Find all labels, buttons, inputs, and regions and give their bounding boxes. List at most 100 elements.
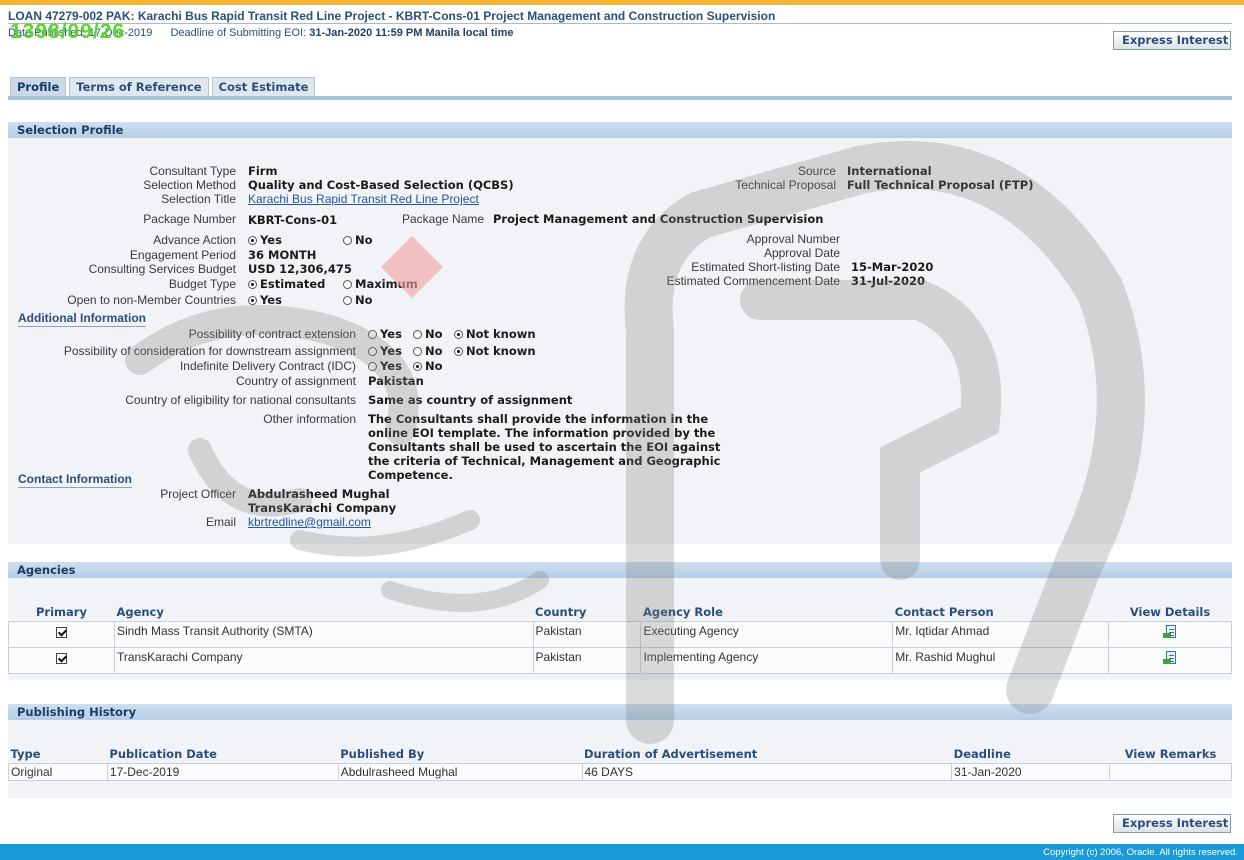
package-name-value: Project Management and Construction Supe… (493, 212, 824, 226)
publishing-history-heading: Publishing History (17, 705, 137, 719)
tab-bar: Profile Terms of Reference Cost Estimate (10, 77, 318, 97)
country-cell: Pakistan (532, 646, 642, 674)
project-officer-company: TransKarachi Company (248, 501, 397, 515)
downstream-no-radio[interactable]: No (413, 344, 443, 358)
technical-proposal-value: Full Technical Proposal (FTP) (847, 178, 1034, 192)
source-value: International (847, 164, 932, 178)
view-details-cell (1108, 646, 1232, 674)
approval-date-label: Approval Date (763, 246, 840, 260)
contract-extension-yes-radio[interactable]: Yes (368, 327, 402, 341)
contact-cell: Mr. Iqtidar Ahmad (892, 620, 1110, 648)
technical-proposal-label: Technical Proposal (735, 178, 836, 192)
country-cell: Pakistan (532, 620, 642, 648)
radio-selected-icon (413, 362, 422, 371)
project-officer-value: Abdulrasheed Mughal (248, 487, 390, 501)
col-view-details[interactable]: View Details (1108, 603, 1232, 622)
downstream-not-known-radio[interactable]: Not known (454, 344, 536, 358)
col-duration[interactable]: Duration of Advertisement (582, 745, 952, 764)
col-contact-person[interactable]: Contact Person (892, 603, 1109, 622)
publishing-history-table: Type Publication Date Published By Durat… (8, 745, 1232, 781)
radio-empty-icon (368, 330, 377, 339)
primary-cell (8, 646, 115, 674)
advance-action-yes-radio[interactable]: Yes (248, 233, 282, 247)
col-country[interactable]: Country (533, 603, 641, 622)
express-interest-button-bottom[interactable]: Express Interest (1113, 814, 1231, 833)
budget-label: Consulting Services Budget (88, 262, 236, 276)
agencies-heading: Agencies (17, 563, 76, 577)
agency-cell: Sindh Mass Transit Authority (SMTA) (113, 620, 534, 648)
additional-information-heading: Additional Information (18, 311, 146, 327)
open-non-member-label: Open to non-Member Countries (67, 293, 236, 307)
email-label: Email (205, 515, 236, 529)
downstream-yes-radio[interactable]: Yes (368, 344, 402, 358)
open-non-member-no-radio[interactable]: No (343, 293, 373, 307)
budget-type-estimated-radio[interactable]: Estimated (248, 277, 325, 291)
tab-cost-estimate[interactable]: Cost Estimate (211, 77, 316, 97)
advance-action-no-radio[interactable]: No (343, 233, 373, 247)
col-agency-role[interactable]: Agency Role (640, 603, 893, 622)
agencies-table: Primary Agency Country Agency Role Conta… (8, 603, 1232, 674)
role-cell: Implementing Agency (640, 646, 894, 674)
email-link[interactable]: kbrtredline@gmail.com (248, 515, 371, 529)
radio-empty-icon (343, 280, 352, 289)
table-row: Sindh Mass Transit Authority (SMTA) Paki… (8, 620, 1232, 648)
shortlisting-date-value: 15-Mar-2020 (851, 260, 934, 274)
agency-cell: TransKarachi Company (113, 646, 534, 674)
idc-no-radio[interactable]: No (413, 359, 443, 373)
contract-extension-no-radio[interactable]: No (413, 327, 443, 341)
selection-title-link[interactable]: Karachi Bus Rapid Transit Red Line Proje… (248, 192, 479, 206)
eligibility-value: Same as country of assignment (368, 393, 573, 407)
radio-selected-icon (248, 236, 257, 245)
contract-extension-not-known-radio[interactable]: Not known (454, 327, 536, 341)
publishing-history-header: Publishing History (8, 704, 1232, 720)
tab-terms-of-reference[interactable]: Terms of Reference (69, 77, 209, 97)
deadline-cell: 31-Jan-2020 (951, 762, 1111, 781)
deadline-label: Deadline of Submitting EOI: (170, 27, 307, 39)
open-non-member-yes-radio[interactable]: Yes (248, 293, 282, 307)
idc-yes-radio[interactable]: Yes (368, 359, 402, 373)
shortlisting-date-label: Estimated Short-listing Date (691, 260, 840, 274)
consultant-type-label: Consultant Type (149, 164, 236, 178)
selection-method-value: Quality and Cost-Based Selection (QCBS) (248, 178, 514, 192)
type-cell: Original (8, 762, 108, 781)
express-interest-button-top[interactable]: Express Interest (1113, 31, 1231, 50)
agencies-header: Agencies (8, 562, 1232, 578)
checkbox-checked-icon[interactable] (55, 653, 67, 664)
budget-type-label: Budget Type (168, 277, 236, 291)
country-of-assignment-value: Pakistan (368, 374, 424, 388)
table-row: Original 17-Dec-2019 Abdulrasheed Mughal… (8, 762, 1232, 781)
package-name-label: Package Name (402, 212, 485, 226)
selection-method-label: Selection Method (143, 178, 236, 192)
col-published-by[interactable]: Published By (338, 745, 582, 764)
consultant-type-value: Firm (248, 164, 278, 178)
selection-title-label: Selection Title (161, 192, 236, 206)
date-stamp: 1398/09/26 (10, 20, 126, 43)
radio-empty-icon (413, 330, 422, 339)
col-publication-date[interactable]: Publication Date (107, 745, 339, 764)
radio-empty-icon (368, 347, 377, 356)
tab-profile[interactable]: Profile (10, 77, 67, 97)
col-agency[interactable]: Agency (114, 603, 534, 622)
col-deadline[interactable]: Deadline (951, 745, 1110, 764)
radio-empty-icon (413, 347, 422, 356)
col-type[interactable]: Type (8, 745, 108, 764)
checkbox-checked-icon[interactable] (55, 627, 67, 638)
view-details-cell (1108, 620, 1232, 648)
source-label: Source (797, 164, 836, 178)
radio-selected-icon (454, 347, 463, 356)
view-remarks-cell[interactable] (1109, 762, 1232, 781)
commencement-date-value: 31-Jul-2020 (851, 274, 925, 288)
view-details-icon[interactable] (1163, 625, 1177, 640)
view-details-icon[interactable] (1163, 651, 1177, 666)
table-row: TransKarachi Company Pakistan Implementi… (8, 646, 1232, 674)
col-view-remarks[interactable]: View Remarks (1109, 745, 1232, 764)
radio-empty-icon (343, 296, 352, 305)
publication-date-cell: 17-Dec-2019 (106, 762, 339, 781)
downstream-assignment-label: Possibility of consideration for downstr… (63, 344, 356, 358)
radio-empty-icon (343, 236, 352, 245)
history-table-header: Type Publication Date Published By Durat… (8, 745, 1232, 764)
col-primary[interactable]: Primary (8, 603, 115, 622)
budget-type-maximum-radio[interactable]: Maximum (343, 277, 418, 291)
idc-label: Indefinite Delivery Contract (IDC) (179, 359, 356, 373)
other-information-label: Other information (263, 412, 356, 426)
